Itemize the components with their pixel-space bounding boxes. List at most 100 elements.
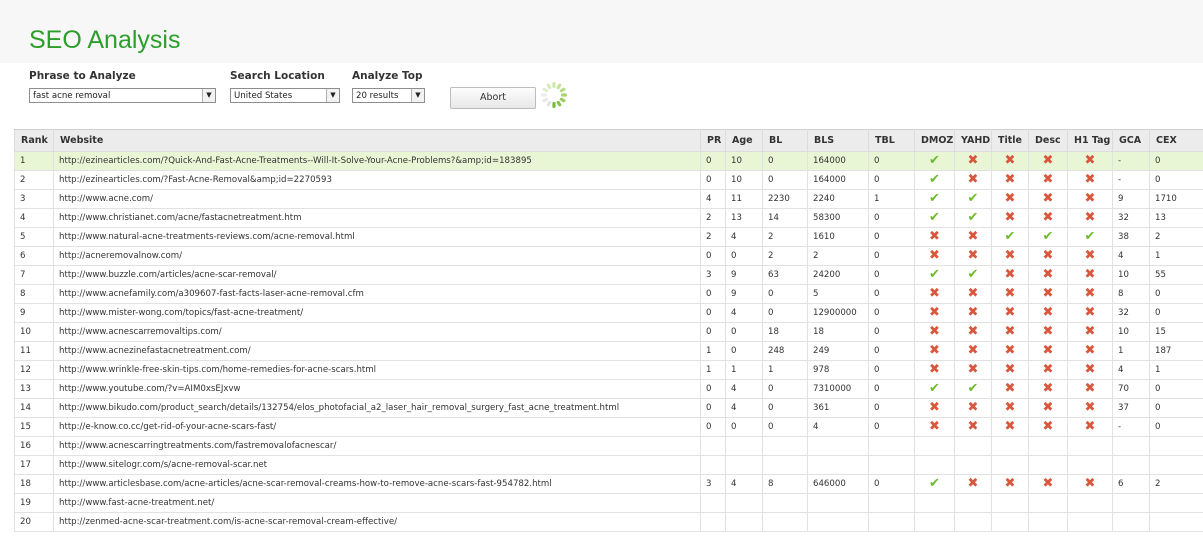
table-row[interactable]: 16 http://www.acnescarringtreatments.com/… [14, 436, 1203, 456]
cell-title: ✖ [991, 417, 1029, 437]
table-row[interactable]: 17 http://www.sitelogr.com/s/acne-removal… [14, 455, 1203, 475]
chevron-down-icon[interactable]: ▼ [411, 89, 424, 102]
cross-icon: ✖ [1084, 191, 1096, 206]
cell-yahd: ✖ [954, 284, 992, 304]
cell-url: http://ezinearticles.com/?Fast-Acne-Remo… [53, 170, 701, 190]
chevron-down-icon[interactable]: ▼ [326, 89, 339, 102]
cell-h1: ✖ [1067, 398, 1113, 418]
column-header-website[interactable]: Website [53, 129, 701, 152]
column-header-tbl[interactable]: TBL [868, 129, 915, 152]
table-row[interactable]: 12 http://www.wrinkle-free-skin-tips.com/… [14, 360, 1203, 380]
cell-pr: 2 [700, 227, 726, 247]
table-row[interactable]: 20 http://zenmed-acne-scar-treatment.com/… [14, 512, 1203, 532]
table-row[interactable]: 8 http://www.acnefamily.com/a309607-fast-… [14, 284, 1203, 304]
cell-bls: 18 [807, 322, 869, 342]
column-header-h1-tag[interactable]: H1 Tag [1067, 129, 1113, 152]
cell-title [991, 512, 1029, 532]
column-header-cex[interactable]: CEX [1149, 129, 1203, 152]
table-row[interactable]: 13 http://www.youtube.com/?v=AIM0xsEJxvw 0… [14, 379, 1203, 399]
analyze-top-select[interactable]: 20 results ▼ [352, 88, 425, 103]
table-row[interactable]: 1 http://ezinearticles.com/?Quick-And-Fas… [14, 151, 1203, 171]
cell-bls [807, 512, 869, 532]
column-header-yahd[interactable]: YAHD [954, 129, 992, 152]
cell-desc: ✖ [1028, 284, 1068, 304]
cell-title [991, 493, 1029, 513]
cross-icon: ✖ [929, 362, 940, 377]
table-row[interactable]: 10 http://www.acnescarremovaltips.com/0 0 1… [14, 322, 1203, 342]
cell-pr: 0 [700, 417, 726, 437]
cell-age: 1 [725, 360, 763, 380]
table-row[interactable]: 4 http://www.christianet.com/acne/fastacn… [14, 208, 1203, 228]
cell-title [991, 455, 1029, 475]
phrase-select[interactable]: fast acne removal ▼ [29, 88, 216, 103]
cell-yahd: ✖ [954, 151, 992, 171]
cross-icon: ✖ [1084, 419, 1096, 434]
location-select[interactable]: United States ▼ [230, 88, 340, 103]
cell-gca [1112, 493, 1150, 513]
cell-h1: ✖ [1067, 303, 1113, 323]
cell-h1: ✔ [1067, 227, 1113, 247]
table-body: 1 http://ezinearticles.com/?Quick-And-Fas… [14, 151, 1203, 532]
cross-icon: ✖ [967, 419, 979, 434]
table-row[interactable]: 19 http://www.fast-acne-treatment.net/ [14, 493, 1203, 513]
table-row[interactable]: 3 http://www.acne.com/4 11 2230 2240 1 ✔ ✔ ✖ ✖ ✖ 9 1… [14, 189, 1203, 209]
column-header-bl[interactable]: BL [762, 129, 808, 152]
cell-cex: 0 [1149, 417, 1203, 437]
check-icon: ✔ [929, 153, 940, 168]
table-row[interactable]: 15 http://e-know.co.cc/get-rid-of-your-ac… [14, 417, 1203, 437]
cross-icon: ✖ [1004, 476, 1016, 491]
cell-bls: 164000 [807, 151, 869, 171]
cell-gca [1112, 512, 1150, 532]
column-header-bls[interactable]: BLS [807, 129, 869, 152]
column-header-pr[interactable]: PR [700, 129, 726, 152]
cell-dmoz: ✔ [914, 170, 955, 190]
table-row[interactable]: 18 http://www.articlesbase.com/acne-artic… [14, 474, 1203, 494]
cell-rank: 5 [14, 227, 54, 247]
cell-dmoz: ✖ [914, 322, 955, 342]
cell-tbl: 0 [868, 417, 915, 437]
cell-url: http://www.acne.com/ [53, 189, 701, 209]
cell-cex: 0 [1149, 398, 1203, 418]
cross-icon: ✖ [929, 248, 940, 263]
cell-bl [762, 493, 808, 513]
cell-title: ✖ [991, 379, 1029, 399]
check-icon: ✔ [929, 267, 940, 282]
loading-spinner-icon [541, 82, 567, 108]
cell-h1 [1067, 512, 1113, 532]
cross-icon: ✖ [967, 286, 979, 301]
cell-pr: 1 [700, 341, 726, 361]
cell-gca: 8 [1112, 284, 1150, 304]
column-header-gca[interactable]: GCA [1112, 129, 1150, 152]
table-row[interactable]: 5 http://www.natural-acne-treatments-revi… [14, 227, 1203, 247]
cell-rank: 19 [14, 493, 54, 513]
cell-title: ✖ [991, 303, 1029, 323]
cell-url: http://zenmed-acne-scar-treatment.com/is… [53, 512, 701, 532]
cell-tbl: 0 [868, 227, 915, 247]
table-row[interactable]: 11 http://www.acnezinefastacnetreatment.c… [14, 341, 1203, 361]
cell-bl: 8 [762, 474, 808, 494]
cross-icon: ✖ [967, 476, 979, 491]
column-header-age[interactable]: Age [725, 129, 763, 152]
cell-tbl [868, 455, 915, 475]
cell-cex: 0 [1149, 284, 1203, 304]
analyze-top-label: Analyze Top [352, 70, 423, 82]
column-header-title[interactable]: Title [991, 129, 1029, 152]
chevron-down-icon[interactable]: ▼ [202, 89, 215, 102]
column-header-desc[interactable]: Desc [1028, 129, 1068, 152]
table-row[interactable]: 7 http://www.buzzle.com/articles/acne-sca… [14, 265, 1203, 285]
table-row[interactable]: 6 http://acneremovalnow.com/0 0 2 2 0 ✖ ✖ ✖ ✖ ✖ 4 1 [14, 246, 1203, 266]
abort-button[interactable]: Abort [450, 87, 536, 109]
table-row[interactable]: 14 http://www.bikudo.com/product_search/d… [14, 398, 1203, 418]
cell-dmoz: ✖ [914, 303, 955, 323]
cell-cex: 0 [1149, 170, 1203, 190]
table-row[interactable]: 2 http://ezinearticles.com/?Fast-Acne-Rem… [14, 170, 1203, 190]
cell-desc: ✔ [1028, 227, 1068, 247]
cell-rank: 2 [14, 170, 54, 190]
cell-gca [1112, 436, 1150, 456]
column-header-rank[interactable]: Rank [14, 129, 54, 152]
column-header-dmoz[interactable]: DMOZ [914, 129, 955, 152]
cell-dmoz [914, 436, 955, 456]
cross-icon: ✖ [1042, 286, 1054, 301]
table-row[interactable]: 9 http://www.mister-wong.com/topics/fast-… [14, 303, 1203, 323]
cell-pr: 0 [700, 303, 726, 323]
